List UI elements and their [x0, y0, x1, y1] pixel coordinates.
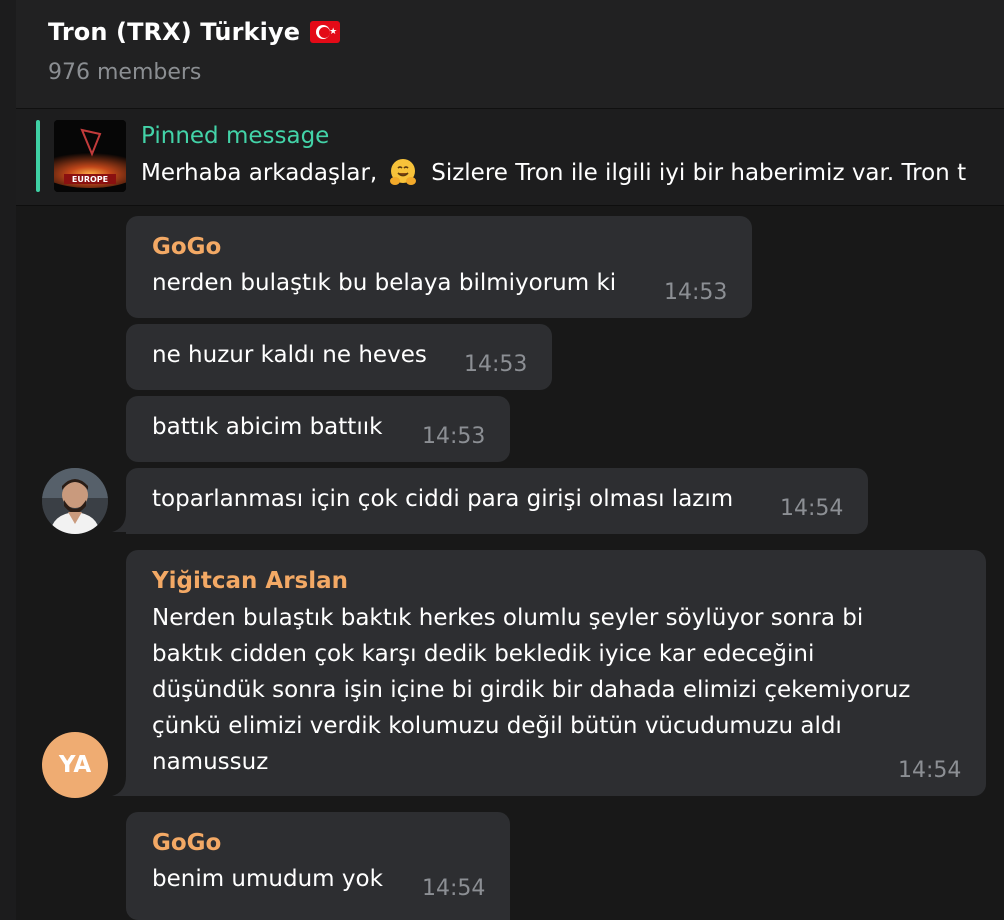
sender-name[interactable]: Yiğitcan Arslan — [152, 568, 348, 594]
message-text: benim umudum yok — [152, 866, 383, 892]
message-bubble[interactable]: ne huzur kaldı ne heves 14:53 — [126, 324, 552, 390]
pinned-text-after: Sizlere Tron ile ilgili iyi bir haberimi… — [431, 160, 967, 186]
message-time: 14:54 — [780, 496, 844, 521]
member-count: 976 members — [48, 60, 202, 85]
sidebar-edge — [0, 0, 16, 920]
message-time: 14:53 — [464, 352, 528, 377]
pinned-preview-text: Merhaba arkadaşlar, Sizlere Tron ile ilg… — [141, 157, 966, 189]
message-bubble[interactable]: GoGo benim umudum yok 14:54 — [126, 812, 510, 920]
pinned-accent-bar — [36, 120, 40, 192]
pinned-text-before: Merhaba arkadaşlar, — [141, 160, 378, 186]
svg-text:EUROPE: EUROPE — [72, 175, 108, 184]
message-time: 14:53 — [664, 280, 728, 305]
telegram-chat-window: Tron (TRX) Türkiye ★ 976 members EUROPE … — [0, 0, 1004, 920]
pinned-title: Pinned message — [141, 123, 330, 149]
pinned-message-bar[interactable]: EUROPE Pinned message Merhaba arkadaşlar… — [16, 109, 1004, 206]
chat-title-row: Tron (TRX) Türkiye ★ — [48, 18, 341, 46]
hugging-face-emoji-icon — [390, 159, 417, 185]
chat-title[interactable]: Tron (TRX) Türkiye — [48, 18, 300, 46]
turkey-flag-icon: ★ — [310, 21, 341, 43]
message-text: nerden bulaştık bu belaya bilmiyorum ki — [152, 270, 617, 296]
sender-name[interactable]: GoGo — [152, 234, 221, 260]
message-text: Nerden bulaştık baktık herkes olumlu şey… — [152, 605, 911, 775]
message-text: ne huzur kaldı ne heves — [152, 342, 427, 368]
user-avatar-initials[interactable]: YA — [42, 732, 108, 798]
message-list[interactable]: GoGo nerden bulaştık bu belaya bilmiyoru… — [16, 206, 1004, 920]
message-time: 14:53 — [422, 424, 486, 449]
message-bubble[interactable]: Yiğitcan Arslan Nerden bulaştık baktık h… — [126, 550, 986, 796]
message-bubble[interactable]: toparlanması için çok ciddi para girişi … — [126, 468, 868, 534]
message-bubble[interactable]: battık abicim battıık 14:53 — [126, 396, 510, 462]
message-time: 14:54 — [898, 758, 962, 783]
message-time: 14:54 — [422, 876, 486, 901]
sender-name[interactable]: GoGo — [152, 830, 221, 856]
chat-header[interactable]: Tron (TRX) Türkiye ★ 976 members — [16, 0, 1004, 109]
message-text: battık abicim battıık — [152, 414, 383, 440]
message-text: toparlanması için çok ciddi para girişi … — [152, 486, 734, 512]
user-avatar[interactable] — [42, 468, 108, 534]
pinned-thumbnail-image: EUROPE — [54, 120, 126, 192]
message-bubble[interactable]: GoGo nerden bulaştık bu belaya bilmiyoru… — [126, 216, 752, 318]
